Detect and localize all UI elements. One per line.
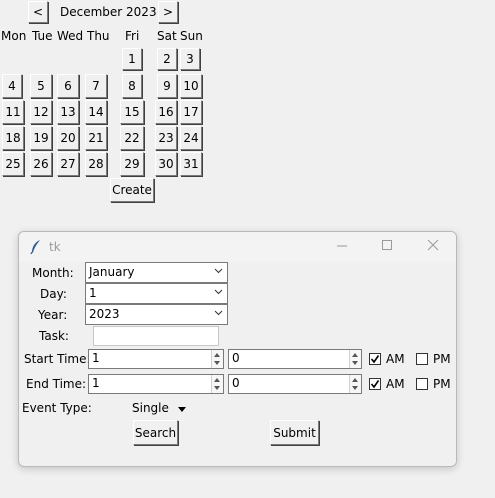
day-button[interactable]: 11 [2,100,24,124]
year-combobox[interactable]: 2023 [85,304,228,325]
start-pm-checkbox[interactable] [416,353,428,365]
start-time-label: Start Time: [24,352,91,366]
day-button[interactable]: 26 [30,152,52,176]
day-button[interactable]: 28 [85,152,107,176]
month-label: Month: [32,266,74,280]
window-title: tk [49,240,61,254]
start-hour-spinbox[interactable]: 1 [88,349,224,369]
day-button[interactable]: 30 [155,152,177,176]
day-button[interactable]: 1 [122,48,142,70]
end-pm-label: PM [433,377,451,391]
chevron-down-icon [214,310,223,316]
year-label: Year: [38,308,68,322]
event-dialog-window: tk Month: January Day: 1 Year: 2023 Task… [18,231,457,467]
event-type-label: Event Type: [22,401,92,415]
day-button[interactable]: 24 [180,126,202,150]
task-label: Task: [39,329,69,343]
day-button[interactable]: 4 [2,74,22,98]
month-year-label: December 2023 [60,5,157,19]
end-time-label: End Time: [26,377,87,391]
day-button[interactable]: 3 [180,48,200,70]
submit-button[interactable]: Submit [270,420,319,445]
end-pm-checkbox[interactable] [416,378,428,390]
month-combobox[interactable]: January [85,262,228,283]
day-button[interactable]: 14 [85,100,107,124]
spin-arrows-icon[interactable] [211,375,223,393]
day-button[interactable]: 10 [180,74,202,98]
end-hour-spinbox[interactable]: 1 [88,374,224,394]
year-value: 2023 [89,307,120,321]
chevron-down-icon [214,289,223,295]
day-button[interactable]: 27 [57,152,79,176]
day-combobox[interactable]: 1 [85,283,228,304]
end-am-label: AM [386,377,405,391]
task-input[interactable] [93,326,219,346]
close-icon[interactable] [427,238,439,256]
month-value: January [89,265,135,279]
start-am-checkbox[interactable] [369,353,381,365]
spin-arrows-icon[interactable] [211,350,223,368]
day-button[interactable]: 21 [85,126,107,150]
day-button[interactable]: 12 [30,100,52,124]
event-type-value: Single [132,401,169,415]
day-button[interactable]: 31 [180,152,202,176]
day-button[interactable]: 18 [2,126,24,150]
day-button[interactable]: 17 [180,100,202,124]
day-button[interactable]: 9 [157,74,177,98]
day-button[interactable]: 25 [2,152,24,176]
day-label: Day: [40,287,67,301]
window-titlebar[interactable]: tk [19,232,456,262]
start-am-label: AM [386,352,405,366]
start-minute-spinbox[interactable]: 0 [228,349,362,369]
day-button[interactable]: 13 [57,100,79,124]
feather-icon [29,239,43,255]
day-button[interactable]: 6 [57,74,79,98]
day-button[interactable]: 7 [85,74,107,98]
weekday-mon: Mon [1,29,27,43]
weekday-fri: Fri [125,29,140,43]
weekday-tue: Tue [32,29,53,43]
search-button[interactable]: Search [133,420,178,445]
start-hour-value: 1 [92,351,100,365]
day-value: 1 [89,286,97,300]
spin-arrows-icon[interactable] [349,375,361,393]
end-minute-spinbox[interactable]: 0 [228,374,362,394]
event-type-optionmenu[interactable]: Single [127,398,189,418]
day-button[interactable]: 15 [120,100,144,124]
day-button[interactable]: 5 [30,74,52,98]
minimize-icon[interactable] [336,238,348,256]
start-minute-value: 0 [232,351,240,365]
next-month-button[interactable]: > [158,1,178,23]
day-button[interactable]: 29 [120,152,144,176]
day-button[interactable]: 20 [57,126,79,150]
day-button[interactable]: 8 [122,74,142,98]
start-pm-label: PM [433,352,451,366]
prev-month-button[interactable]: < [28,1,48,23]
weekday-sun: Sun [180,29,203,43]
day-button[interactable]: 16 [155,100,177,124]
day-button[interactable]: 22 [120,126,144,150]
end-am-checkbox[interactable] [369,378,381,390]
spin-arrows-icon[interactable] [349,350,361,368]
weekday-thu: Thu [87,29,110,43]
dropdown-arrow-icon [178,407,186,412]
create-button[interactable]: Create [110,178,154,202]
day-button[interactable]: 2 [157,48,177,70]
chevron-down-icon [214,268,223,274]
maximize-icon[interactable] [381,238,393,256]
weekday-wed: Wed [57,29,84,43]
end-minute-value: 0 [232,376,240,390]
day-button[interactable]: 23 [155,126,177,150]
day-button[interactable]: 19 [30,126,52,150]
weekday-sat: Sat [157,29,177,43]
end-hour-value: 1 [92,376,100,390]
